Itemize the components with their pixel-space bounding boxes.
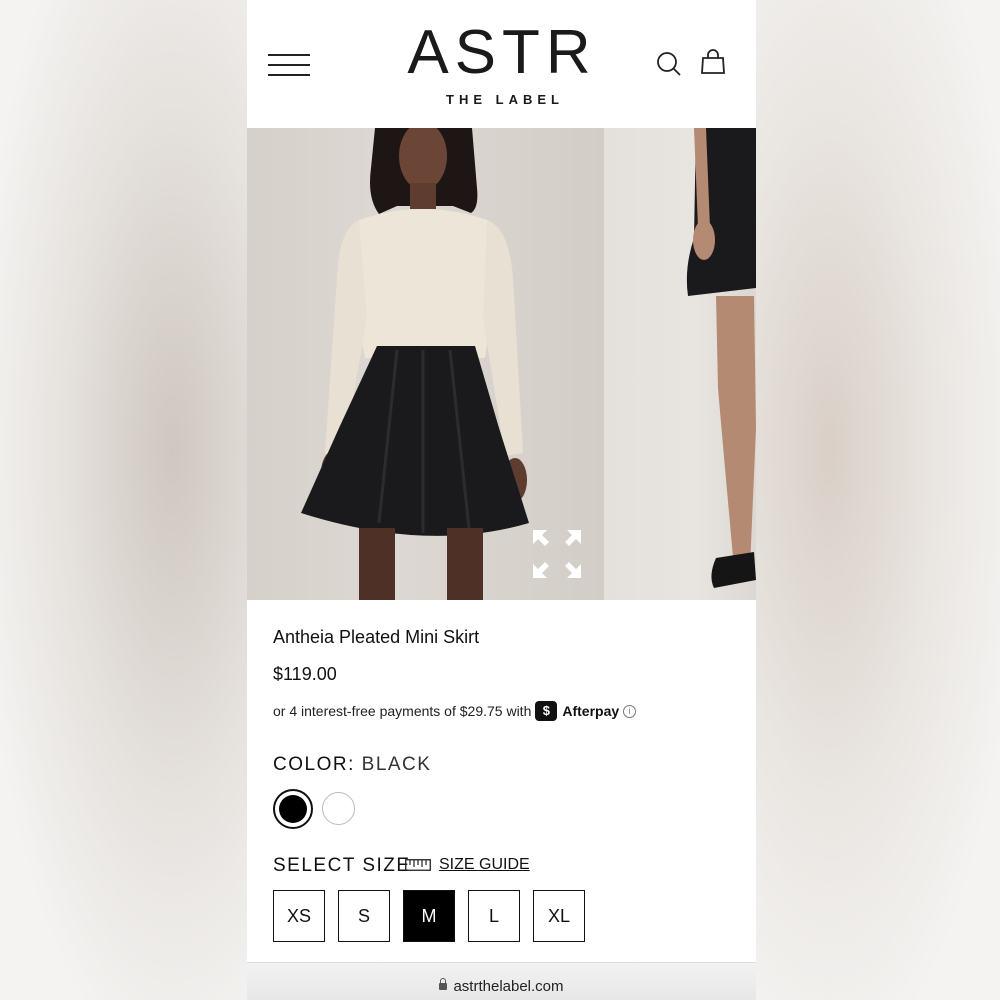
site-header: ASTR THE LABEL — [247, 0, 756, 128]
size-option-l[interactable]: L — [468, 890, 520, 942]
color-selected-value: BLACK — [361, 754, 432, 775]
afterpay-message: or 4 interest-free payments of $29.75 wi… — [273, 701, 637, 721]
background-blur-right — [756, 0, 1000, 1000]
search-icon[interactable] — [655, 50, 683, 78]
url-display: astrthelabel.com — [247, 978, 756, 995]
brand-logo[interactable]: ASTR THE LABEL — [397, 18, 607, 108]
ruler-icon — [405, 859, 431, 871]
shopping-bag-icon[interactable] — [699, 48, 727, 76]
browser-address-bar[interactable]: astrthelabel.com — [247, 962, 756, 1000]
size-options: XS S M L XL — [273, 890, 598, 942]
afterpay-text: or 4 interest-free payments of $29.75 wi… — [273, 703, 532, 719]
product-image-gallery[interactable] — [247, 128, 756, 600]
size-option-s[interactable]: S — [338, 890, 390, 942]
hamburger-menu-icon[interactable] — [268, 54, 310, 80]
afterpay-logo-icon: $ — [535, 701, 558, 721]
size-option-xl[interactable]: XL — [533, 890, 585, 942]
color-label: COLOR: BLACK — [273, 754, 431, 776]
model-illustration-side — [686, 128, 756, 588]
color-swatch-white[interactable] — [322, 792, 355, 825]
product-price: $119.00 — [273, 664, 337, 684]
size-guide-label: SIZE GUIDE — [439, 856, 530, 873]
product-title: Antheia Pleated Mini Skirt — [273, 627, 480, 647]
size-option-xs[interactable]: XS — [273, 890, 325, 942]
lock-icon — [439, 978, 448, 990]
mobile-page: ASTR THE LABEL Antheia Pleated Mini Skir… — [247, 0, 756, 1000]
info-icon[interactable]: i — [623, 704, 637, 718]
background-blur-left — [0, 0, 247, 1000]
size-option-m[interactable]: M — [403, 890, 455, 942]
logo-subtitle: THE LABEL — [446, 92, 564, 107]
color-label-prefix: COLOR: — [273, 754, 355, 775]
product-image-next[interactable] — [604, 128, 756, 600]
afterpay-name: Afterpay — [562, 703, 620, 719]
size-guide-link[interactable]: SIZE GUIDE — [405, 856, 530, 874]
fullscreen-expand-icon[interactable] — [531, 528, 583, 580]
color-swatch-black[interactable] — [273, 789, 313, 829]
select-size-label: SELECT SIZE — [273, 855, 411, 876]
url-text: astrthelabel.com — [453, 978, 564, 995]
logo-wordmark: ASTR — [407, 18, 597, 87]
